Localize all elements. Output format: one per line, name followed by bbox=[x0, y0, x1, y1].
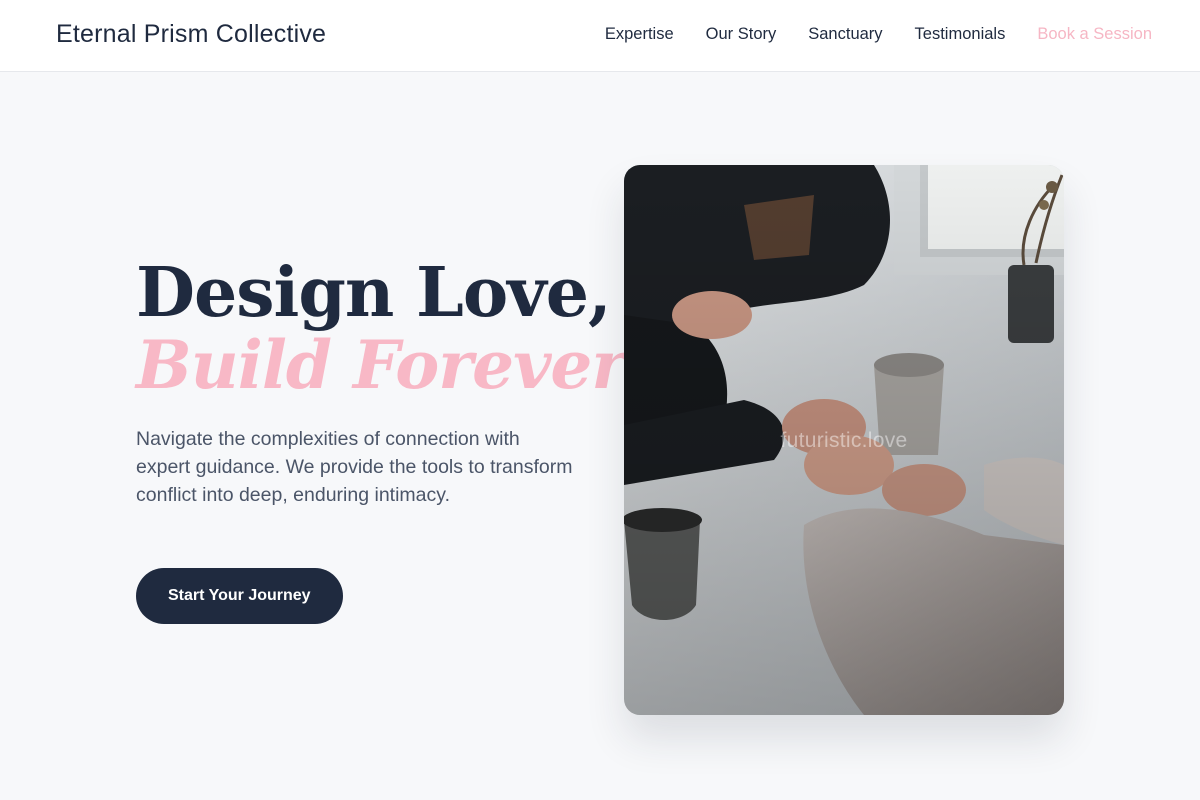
hero-description: Navigate the complexities of connection … bbox=[136, 428, 573, 506]
start-journey-button[interactable]: Start Your Journey bbox=[136, 568, 343, 624]
nav-link-sanctuary[interactable]: Sanctuary bbox=[808, 25, 882, 44]
nav-link-expertise[interactable]: Expertise bbox=[605, 25, 674, 44]
brand-logo-text[interactable]: Eternal Prism Collective bbox=[56, 20, 326, 49]
nav-links: Expertise Our Story Sanctuary Testimonia… bbox=[605, 25, 1152, 44]
hero-section: Design Love, Build Forever. Navigate the… bbox=[0, 73, 1200, 800]
nav-link-our-story[interactable]: Our Story bbox=[706, 25, 777, 44]
hero-headline: Design Love, bbox=[136, 253, 612, 333]
nav-link-book-session[interactable]: Book a Session bbox=[1037, 25, 1152, 44]
image-watermark: futuristic.love bbox=[780, 429, 908, 452]
hero-headline-accent: Build Forever. bbox=[136, 326, 642, 404]
top-navigation: Eternal Prism Collective Expertise Our S… bbox=[0, 0, 1200, 72]
nav-link-testimonials[interactable]: Testimonials bbox=[915, 25, 1006, 44]
hero-photo: futuristic.love bbox=[624, 165, 1064, 715]
